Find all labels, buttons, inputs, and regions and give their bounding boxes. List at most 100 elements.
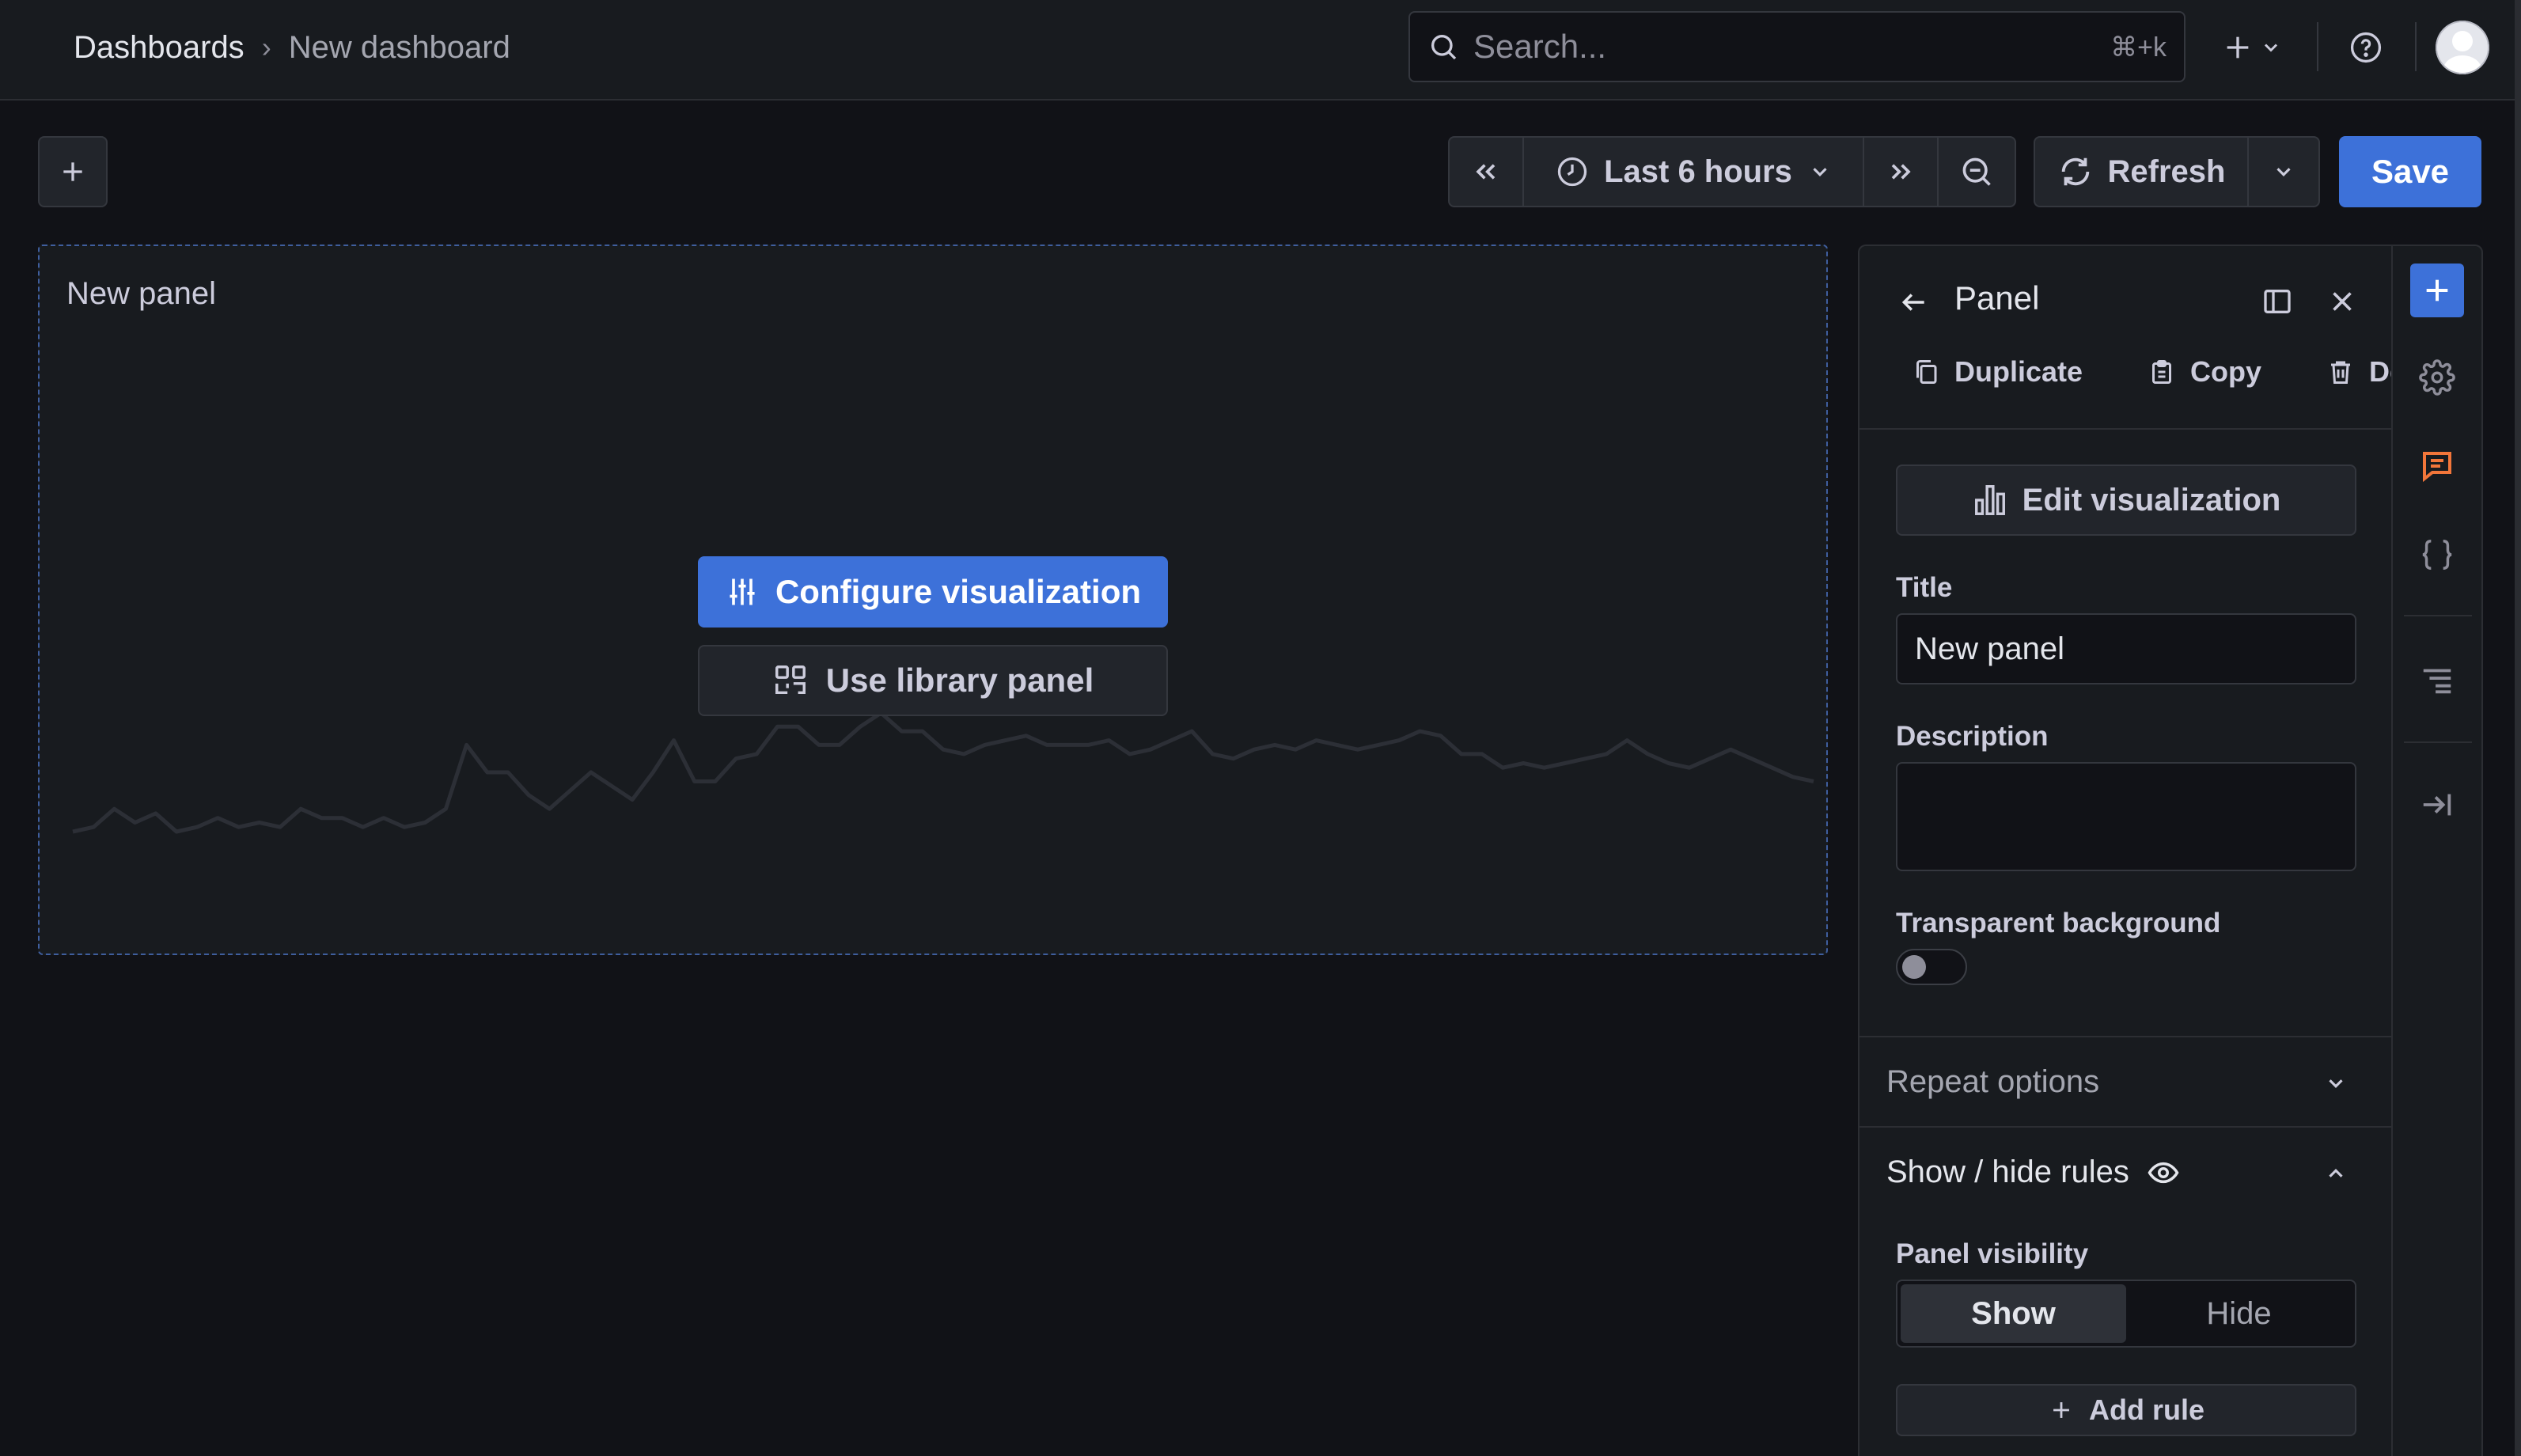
sidebar-layout-icon	[2261, 286, 2293, 317]
panel-visibility-control: Show Hide	[1896, 1280, 2356, 1348]
refresh-label: Refresh	[2107, 154, 2226, 189]
panel-visibility-label: Panel visibility	[1896, 1238, 2089, 1269]
chevron-up-icon	[2324, 1162, 2348, 1185]
repeat-options-toggle[interactable]	[2320, 1067, 2352, 1099]
placeholder-sparkline	[72, 711, 1814, 834]
time-range-button[interactable]: Last 6 hours	[1524, 138, 1864, 206]
show-hide-rules-label: Show / hide rules	[1886, 1155, 2129, 1189]
time-shift-back-button[interactable]	[1450, 138, 1524, 206]
title-label: Title	[1896, 572, 1953, 603]
plus-icon	[57, 156, 89, 188]
eye-icon	[2147, 1156, 2180, 1189]
trash-icon	[2326, 358, 2355, 386]
clock-icon	[1555, 154, 1590, 189]
toggle-knob	[1902, 955, 1926, 979]
edit-visualization-button[interactable]: Edit visualization	[1896, 464, 2356, 536]
add-panel-button[interactable]	[38, 136, 108, 207]
plus-icon	[2222, 32, 2254, 63]
bar-chart-icon	[1972, 482, 2008, 518]
visibility-hide-option[interactable]: Hide	[2126, 1284, 2352, 1343]
show-hide-rules-toggle[interactable]	[2320, 1158, 2352, 1189]
duplicate-icon	[1912, 358, 1940, 386]
rail-json-button[interactable]	[2410, 528, 2464, 582]
window-edge	[2515, 0, 2521, 1456]
help-button[interactable]	[2342, 24, 2390, 71]
clipboard-icon	[2148, 358, 2176, 386]
refresh-icon	[2057, 154, 2094, 190]
dock-pane-button[interactable]	[2257, 281, 2298, 322]
time-shift-forward-button[interactable]	[1864, 138, 1939, 206]
rail-collapse-button[interactable]	[2410, 778, 2464, 832]
plus-icon	[2048, 1397, 2075, 1424]
use-library-panel-button[interactable]: Use library panel	[698, 645, 1168, 716]
description-label: Description	[1896, 721, 2049, 752]
transparent-background-toggle[interactable]	[1896, 949, 1967, 985]
add-rule-label: Add rule	[2088, 1393, 2204, 1426]
pane-title: Panel	[1954, 279, 2040, 317]
duplicate-button[interactable]: Duplicate	[1897, 355, 2083, 389]
zoom-out-button[interactable]	[1939, 138, 2015, 206]
search-placeholder: Search...	[1473, 28, 1607, 65]
visibility-show-option[interactable]: Show	[1901, 1284, 2126, 1343]
title-input[interactable]: New panel	[1896, 613, 2356, 684]
chevron-down-icon	[2272, 160, 2295, 184]
panel-title: New panel	[66, 276, 217, 311]
chevron-down-icon	[2260, 36, 2282, 59]
breadcrumb-current: New dashboard	[288, 29, 510, 65]
save-button[interactable]: Save	[2339, 136, 2481, 207]
arrow-left-icon	[1899, 287, 1929, 317]
repeat-options-header[interactable]: Repeat options	[1886, 1064, 2099, 1100]
double-chevron-right-icon	[1885, 156, 1916, 188]
time-range-label: Last 6 hours	[1604, 154, 1792, 189]
plus-icon	[2421, 275, 2453, 306]
comment-icon	[2418, 447, 2456, 485]
chevron-down-icon	[1808, 160, 1832, 184]
sliders-icon	[725, 574, 760, 609]
configure-visualization-button[interactable]: Configure visualization	[698, 556, 1168, 628]
refresh-button[interactable]: Refresh	[2035, 138, 2249, 206]
description-textarea[interactable]	[1896, 762, 2356, 871]
zoom-out-icon	[1959, 154, 1994, 189]
breadcrumb: Dashboards › New dashboard	[74, 24, 510, 71]
breadcrumb-separator: ›	[261, 31, 271, 63]
chevron-down-icon	[2324, 1071, 2348, 1095]
right-rail	[2391, 245, 2483, 1456]
copy-button[interactable]: Copy	[2133, 355, 2261, 389]
help-icon	[2349, 30, 2383, 65]
time-range-picker: Last 6 hours	[1448, 136, 2016, 207]
close-icon	[2328, 287, 2356, 316]
braces-icon	[2419, 537, 2455, 573]
search-icon	[1427, 31, 1459, 63]
rail-settings-button[interactable]	[2410, 351, 2464, 404]
double-chevron-left-icon	[1470, 156, 1502, 188]
rail-add-button[interactable]	[2410, 264, 2464, 317]
avatar[interactable]	[2436, 21, 2489, 74]
refresh-picker: Refresh	[2034, 136, 2320, 207]
delete-button[interactable]: De	[2312, 355, 2391, 389]
search-input[interactable]: Search... ⌘+k	[1408, 11, 2185, 82]
panel-edit-pane: Panel Duplicate Copy De	[1858, 245, 2391, 1456]
delete-label: De	[2369, 355, 2391, 388]
gear-icon	[2419, 359, 2455, 396]
refresh-interval-dropdown[interactable]	[2249, 138, 2318, 206]
close-pane-button[interactable]	[2322, 281, 2363, 322]
add-rule-button[interactable]: Add rule	[1896, 1384, 2356, 1436]
pane-actions: Duplicate Copy De	[1897, 355, 2391, 389]
show-hide-rules-header[interactable]: Show / hide rules	[1886, 1155, 2180, 1190]
library-panel-icon	[772, 662, 809, 699]
list-icon	[2419, 662, 2455, 698]
back-button[interactable]	[1894, 282, 1934, 322]
search-shortcut: ⌘+k	[2110, 32, 2167, 63]
breadcrumb-dashboards[interactable]: Dashboards	[74, 30, 245, 66]
transparent-background-label: Transparent background	[1896, 908, 2221, 938]
duplicate-label: Duplicate	[1954, 355, 2083, 388]
configure-visualization-label: Configure visualization	[775, 573, 1142, 610]
edit-visualization-label: Edit visualization	[2022, 482, 2281, 518]
rail-comments-button[interactable]	[2410, 439, 2464, 493]
new-panel[interactable]: New panel Configure visualization Use li…	[38, 245, 1828, 955]
use-library-panel-label: Use library panel	[825, 662, 1094, 699]
rail-outline-button[interactable]	[2410, 653, 2464, 707]
add-new-menu-button[interactable]	[2212, 24, 2292, 71]
top-bar: Dashboards › New dashboard Search... ⌘+k	[0, 0, 2521, 100]
copy-label: Copy	[2190, 355, 2262, 388]
